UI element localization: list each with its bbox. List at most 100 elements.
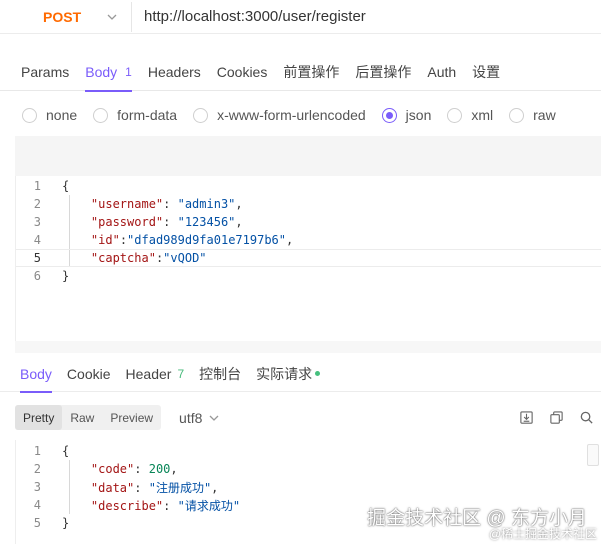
watermark-sub: @稀土掘金技术社区 — [488, 527, 597, 541]
radio-xml[interactable]: xml — [447, 107, 493, 123]
tab-body[interactable]: Body 1 — [85, 54, 132, 92]
resp-tab-console-label: 控制台 — [199, 365, 242, 382]
json-key: "captcha" — [90, 251, 156, 265]
json-value: "请求成功" — [177, 498, 241, 513]
code-line: 2 "username": "admin3", — [16, 195, 601, 213]
json-comma: , — [170, 462, 178, 476]
line-number: 1 — [33, 179, 41, 193]
url-bar: POST http://localhost:3000/user/register — [0, 0, 601, 34]
tab-body-badge: 1 — [125, 65, 132, 79]
resp-tab-cookie-label: Cookie — [66, 365, 111, 382]
line-number: 3 — [33, 480, 41, 494]
json-sep: : — [163, 215, 178, 229]
resp-tab-body[interactable]: Body — [20, 356, 52, 393]
brace-open: { — [62, 444, 70, 458]
tab-settings[interactable]: 设置 — [472, 54, 500, 91]
code-line-active: 5 "captcha":"vQOD" — [16, 249, 601, 267]
raw-button[interactable]: Raw — [62, 405, 102, 430]
radio-circle — [509, 107, 525, 123]
radio-circle — [93, 107, 109, 123]
radio-raw[interactable]: raw — [509, 107, 556, 123]
tab-pre-request[interactable]: 前置操作 — [283, 54, 339, 91]
view-mode-switch: Pretty Raw Preview — [15, 405, 162, 430]
json-key: "password" — [90, 215, 164, 229]
preview-button[interactable]: Preview — [102, 405, 161, 430]
encoding-label: utf8 — [179, 409, 203, 426]
tab-post-request[interactable]: 后置操作 — [355, 54, 411, 91]
code-line: 3 "password": "123456", — [16, 213, 601, 231]
line-number: 3 — [33, 215, 41, 229]
radio-urlencoded-label: x-www-form-urlencoded — [217, 107, 366, 123]
resp-tab-actual-request[interactable]: 实际请求 — [256, 356, 321, 392]
radio-circle — [22, 107, 37, 123]
tab-headers[interactable]: Headers — [148, 54, 201, 91]
radio-raw-label: raw — [533, 107, 556, 123]
radio-none[interactable]: none — [22, 107, 77, 123]
resp-tab-header-label: Header — [125, 365, 172, 382]
radio-urlencoded[interactable]: x-www-form-urlencoded — [193, 107, 366, 123]
tab-cookies-label: Cookies — [216, 64, 268, 80]
code-line: 6 } — [16, 267, 601, 285]
code-text: } — [47, 516, 69, 530]
brace-close: } — [62, 269, 70, 283]
code-text: "username": "admin3", — [47, 197, 243, 211]
search-button[interactable] — [577, 408, 595, 426]
json-key: "username" — [90, 197, 164, 211]
json-value: "vQOD" — [163, 251, 207, 265]
json-value: "123456" — [177, 215, 236, 229]
tab-settings-label: 设置 — [472, 64, 501, 80]
indent-guide — [69, 213, 70, 231]
code-line: 2 "code": 200, — [16, 460, 601, 478]
json-comma: , — [235, 197, 243, 211]
chevron-down-icon — [107, 14, 116, 20]
tab-cookies[interactable]: Cookies — [217, 54, 268, 91]
editor-footer — [15, 341, 601, 353]
line-number: 4 — [33, 233, 41, 247]
line-number: 5 — [33, 516, 41, 530]
tab-auth[interactable]: Auth — [427, 54, 456, 91]
line-number: 2 — [33, 197, 41, 211]
radio-xml-label: xml — [471, 107, 494, 123]
download-button[interactable] — [517, 408, 535, 426]
response-toolbar: Pretty Raw Preview utf8 — [15, 405, 601, 430]
json-value: "admin3" — [177, 197, 236, 211]
code-text: "captcha":"vQOD" — [47, 251, 207, 265]
chevron-down-icon — [209, 415, 219, 421]
json-key: "data" — [90, 480, 135, 495]
tab-params[interactable]: Params — [21, 54, 69, 91]
code-line: 1 { — [16, 442, 601, 460]
radio-circle — [193, 107, 209, 123]
line-number: 4 — [33, 498, 41, 512]
resp-tab-console[interactable]: 控制台 — [199, 356, 241, 392]
tab-pre-request-label: 前置操作 — [283, 64, 340, 80]
line-number: 1 — [33, 444, 41, 458]
method-dropdown[interactable] — [92, 1, 132, 32]
scrollbar-thumb[interactable] — [587, 444, 599, 466]
request-tabs: Params Body 1 Headers Cookies 前置操作 后置操作 … — [0, 54, 601, 92]
radio-json[interactable]: json — [381, 107, 431, 123]
radio-circle-checked — [381, 107, 397, 123]
radio-form-data[interactable]: form-data — [93, 107, 177, 123]
indent-guide — [69, 496, 70, 514]
body-type-selector: none form-data x-www-form-urlencoded jso… — [0, 104, 601, 126]
code-text: "describe": "请求成功" — [90, 498, 241, 513]
search-icon — [580, 411, 593, 424]
encoding-select[interactable]: utf8 — [179, 410, 220, 426]
request-body-editor[interactable]: 1 { 2 "username": "admin3", 3 "password"… — [15, 176, 601, 341]
json-value: "dfad989d9fa01e7197b6" — [127, 233, 286, 247]
json-key: "id" — [90, 233, 120, 247]
json-comma: , — [235, 215, 243, 229]
status-dot-icon — [315, 371, 321, 376]
method-select[interactable]: POST — [0, 2, 92, 32]
pretty-button[interactable]: Pretty — [15, 405, 63, 430]
line-number: 2 — [33, 462, 41, 476]
resp-tab-header[interactable]: Header 7 — [126, 356, 185, 392]
download-icon — [519, 410, 533, 424]
resp-tab-cookie[interactable]: Cookie — [67, 356, 111, 392]
request-editor-toolbar — [15, 136, 601, 176]
json-sep: : — [119, 233, 128, 247]
copy-button[interactable] — [547, 408, 565, 426]
copy-icon — [549, 410, 563, 424]
code-line: 3 "data": "注册成功", — [16, 478, 601, 496]
url-input[interactable]: http://localhost:3000/user/register — [132, 8, 366, 25]
